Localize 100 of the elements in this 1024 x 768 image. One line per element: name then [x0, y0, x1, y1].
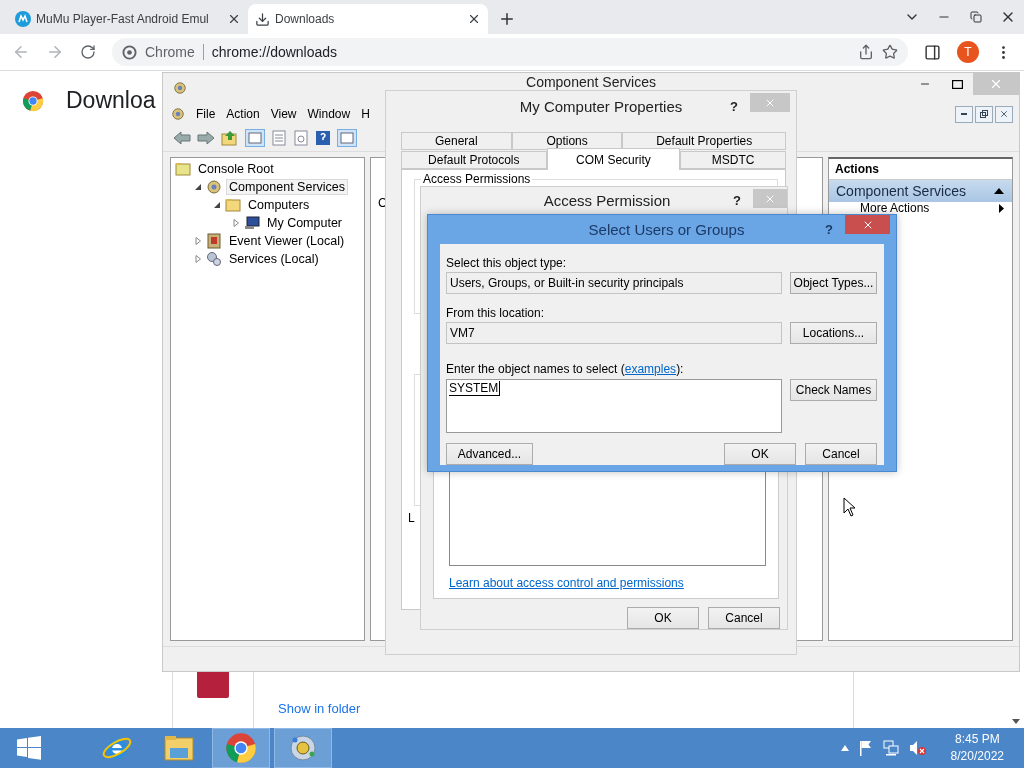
profile-avatar[interactable]: T — [957, 41, 979, 63]
browser-tab[interactable]: Downloads — [248, 4, 488, 34]
dialog-tab[interactable]: General — [401, 132, 512, 150]
minimize-icon — [961, 113, 967, 115]
network-icon[interactable] — [882, 740, 899, 756]
menu-item[interactable]: H — [361, 107, 370, 121]
folder-icon — [175, 161, 191, 177]
file-icon — [197, 672, 229, 698]
action-item[interactable]: More Actions — [829, 202, 1012, 214]
restore-icon[interactable] — [970, 11, 982, 23]
flag-icon[interactable] — [858, 740, 873, 756]
back-arrow-icon[interactable] — [173, 131, 191, 145]
start-icon[interactable] — [17, 736, 41, 760]
group-title: Access Permissions — [422, 172, 532, 186]
new-tab-icon[interactable] — [498, 10, 516, 28]
dialog-button[interactable]: Cancel — [805, 443, 877, 465]
help-icon[interactable] — [315, 130, 331, 146]
app-logo-icon — [15, 11, 31, 27]
action-pane-icon[interactable] — [337, 129, 357, 147]
help-button[interactable]: ? — [733, 192, 741, 208]
check-names-button[interactable]: Check Names — [790, 379, 877, 401]
expand-arrow-icon[interactable] — [194, 255, 202, 263]
field-label: From this location: — [446, 306, 546, 320]
reload-icon[interactable] — [80, 44, 96, 60]
services-icon[interactable] — [287, 732, 319, 764]
up-folder-icon[interactable] — [221, 130, 239, 146]
dialog-button[interactable]: Cancel — [708, 607, 780, 629]
show-hidden-icons[interactable] — [840, 745, 849, 751]
mouse-cursor-icon — [843, 497, 857, 517]
close-icon[interactable] — [227, 12, 241, 26]
restore-button[interactable] — [975, 105, 993, 123]
collapse-arrow-icon[interactable] — [194, 183, 202, 191]
menu-item[interactable]: View — [270, 107, 297, 121]
close-button[interactable] — [995, 105, 1013, 123]
actions-section[interactable]: Component Services — [829, 180, 1012, 202]
menu-item[interactable]: Window — [307, 107, 351, 121]
minimize-button[interactable] — [955, 105, 973, 123]
submenu-arrow-icon — [999, 203, 1004, 213]
taskbar-button[interactable] — [212, 728, 270, 768]
collapse-caret-icon[interactable] — [994, 188, 1004, 194]
collapse-arrow-icon[interactable] — [213, 201, 221, 209]
expand-arrow-icon[interactable] — [232, 219, 240, 227]
back-icon[interactable] — [12, 43, 30, 61]
dialog-tab[interactable]: Default Properties — [622, 132, 786, 150]
forward-arrow-icon[interactable] — [197, 131, 215, 145]
field-label: Select this object type: — [446, 256, 568, 270]
object-type-field: Users, Groups, or Built-in security principals — [446, 272, 782, 294]
tree-item[interactable]: Computers — [245, 197, 313, 213]
object-types-button[interactable]: Object Types... — [790, 272, 877, 294]
help-button[interactable]: ? — [730, 98, 738, 114]
chrome-icon — [122, 44, 137, 60]
computer-icon — [244, 215, 260, 231]
event-log-icon — [206, 233, 222, 249]
gears-icon — [206, 251, 222, 267]
muted-speaker-icon[interactable] — [908, 740, 927, 756]
advanced-button[interactable]: Advanced... — [446, 443, 533, 465]
tree-item[interactable]: My Computer — [264, 215, 346, 231]
clock: 8:45 PM 8/20/2022 — [950, 731, 1004, 765]
share-icon[interactable] — [858, 44, 874, 60]
dialog-tab[interactable]: Default Protocols — [401, 151, 547, 169]
tree-toggle-icon[interactable] — [245, 129, 265, 147]
address-bar[interactable]: Chrome chrome://downloads — [112, 38, 908, 66]
dialog-button[interactable]: OK — [627, 607, 699, 629]
maximize-icon[interactable] — [951, 79, 963, 89]
tree-item[interactable]: Component Services — [226, 179, 349, 195]
dialog-button[interactable]: OK — [724, 443, 796, 465]
show-in-folder-link[interactable]: Show in folder — [278, 701, 361, 716]
examples-link[interactable]: examples — [624, 362, 677, 376]
bookmark-star-icon[interactable] — [882, 44, 898, 60]
help-link[interactable]: Learn about access control and permissions — [449, 576, 766, 590]
download-icon — [255, 11, 270, 27]
gear-icon — [206, 179, 222, 195]
refresh-icon[interactable] — [293, 130, 309, 146]
tree-item[interactable]: Services (Local) — [226, 251, 322, 267]
group-label: L — [408, 511, 415, 525]
tree-item[interactable]: Console Root — [195, 161, 277, 177]
taskbar-button[interactable] — [274, 728, 332, 768]
dialog-tab[interactable]: COM Security — [546, 148, 681, 170]
chrome-logo-icon — [22, 89, 44, 112]
help-button[interactable]: ? — [825, 222, 833, 237]
tree-item[interactable]: Event Viewer (Local) — [226, 233, 348, 249]
window-title: Component Services — [526, 74, 656, 90]
locations-button[interactable]: Locations... — [790, 322, 877, 344]
menu-item[interactable]: Action — [226, 107, 260, 121]
forward-icon[interactable] — [46, 43, 64, 61]
menu-item[interactable]: File — [196, 107, 216, 121]
dialog-tab[interactable]: MSDTC — [680, 151, 786, 169]
page-heading: Downloa — [66, 87, 156, 114]
expand-arrow-icon[interactable] — [194, 237, 202, 245]
close-icon — [999, 109, 1009, 119]
object-names-field[interactable]: SYSTEM — [446, 379, 782, 433]
browser-tab[interactable]: MuMu Player-Fast Android Emul — [8, 4, 248, 34]
dialog-tab[interactable]: Options — [511, 132, 623, 150]
side-panel-icon[interactable] — [924, 43, 941, 61]
folder-icon[interactable] — [163, 733, 195, 763]
chrome-logo-icon — [225, 732, 257, 764]
dialog-title: Access Permission — [542, 191, 672, 209]
close-icon[interactable] — [467, 12, 481, 26]
app-icon — [173, 81, 187, 95]
folder-icon — [225, 197, 241, 213]
